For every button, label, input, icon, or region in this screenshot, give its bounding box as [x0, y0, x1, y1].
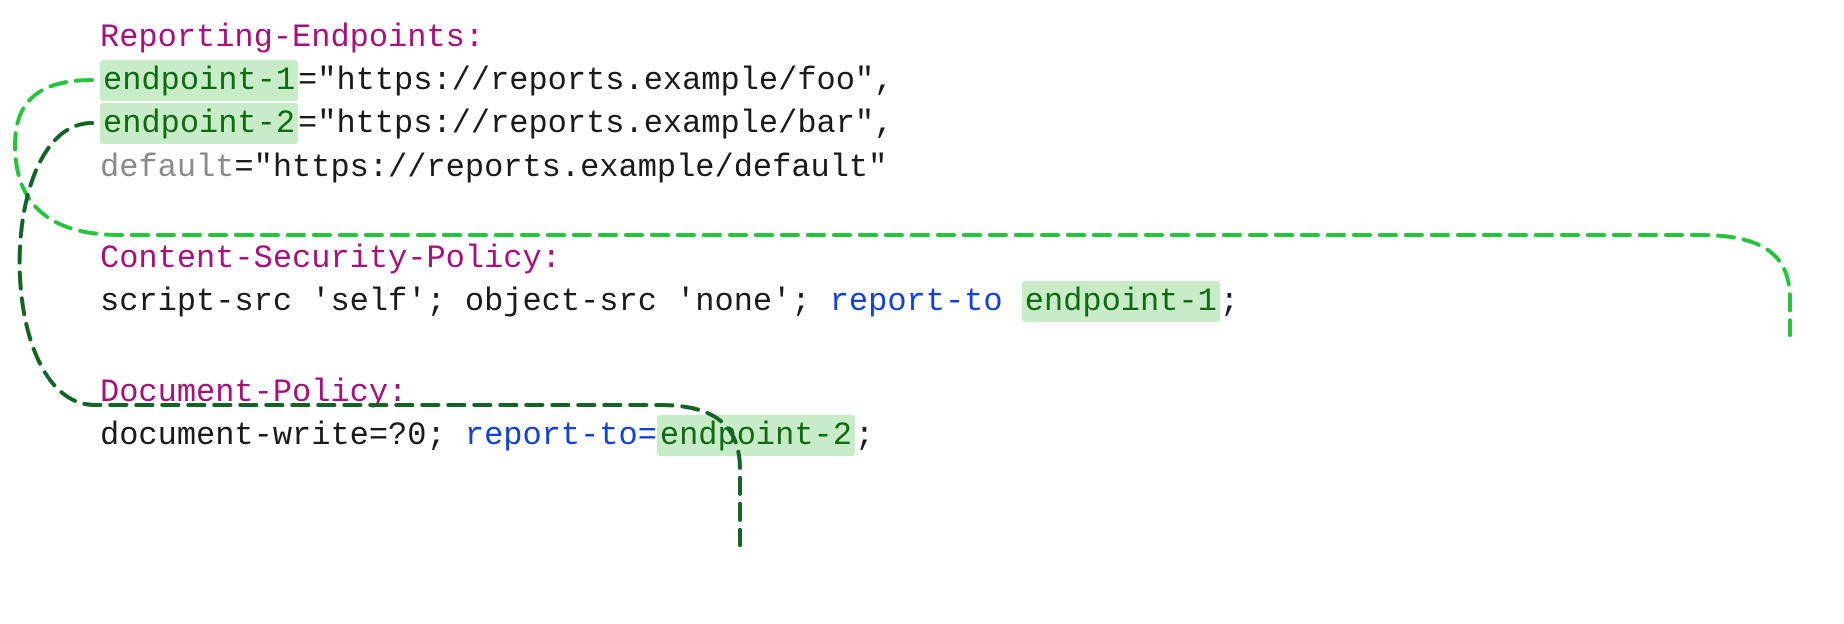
default-value: ="https://reports.example/default" [234, 149, 887, 186]
docpolicy-body-pre: document-write=?0; [100, 417, 465, 454]
endpoint-1-key: endpoint-1 [100, 60, 298, 101]
csp-endpoint-ref: endpoint-1 [1022, 281, 1220, 322]
header-name: Content-Security-Policy: [100, 240, 561, 277]
csp-body-post: ; [1220, 283, 1239, 320]
csp-body-pre: script-src 'self'; object-src 'none'; [100, 283, 830, 320]
docpolicy-header: Document-Policy: [100, 371, 1844, 414]
docpolicy-report-to-directive: report-to= [465, 417, 657, 454]
docpolicy-block: Document-Policy: document-write=?0; repo… [100, 371, 1844, 457]
header-name: Document-Policy: [100, 374, 407, 411]
csp-block: Content-Security-Policy: script-src 'sel… [100, 237, 1844, 323]
reporting-header: Reporting-Endpoints: [100, 16, 1844, 59]
docpolicy-body: document-write=?0; report-to=endpoint-2; [100, 414, 1844, 457]
csp-body: script-src 'self'; object-src 'none'; re… [100, 280, 1844, 323]
endpoint-2-key: endpoint-2 [100, 103, 298, 144]
code-container: Reporting-Endpoints: endpoint-1="https:/… [0, 0, 1844, 458]
csp-report-to-directive: report-to [830, 283, 1022, 320]
endpoint-2-line: endpoint-2="https://reports.example/bar"… [100, 102, 1844, 145]
header-name: Reporting-Endpoints: [100, 19, 484, 56]
docpolicy-body-post: ; [855, 417, 874, 454]
default-line: default="https://reports.example/default… [100, 146, 1844, 189]
default-key: default [100, 149, 234, 186]
endpoint-1-line: endpoint-1="https://reports.example/foo"… [100, 59, 1844, 102]
endpoint-2-value: ="https://reports.example/bar", [298, 105, 893, 142]
csp-header: Content-Security-Policy: [100, 237, 1844, 280]
docpolicy-endpoint-ref: endpoint-2 [657, 415, 855, 456]
reporting-endpoints-block: Reporting-Endpoints: endpoint-1="https:/… [100, 16, 1844, 189]
endpoint-1-value: ="https://reports.example/foo", [298, 62, 893, 99]
